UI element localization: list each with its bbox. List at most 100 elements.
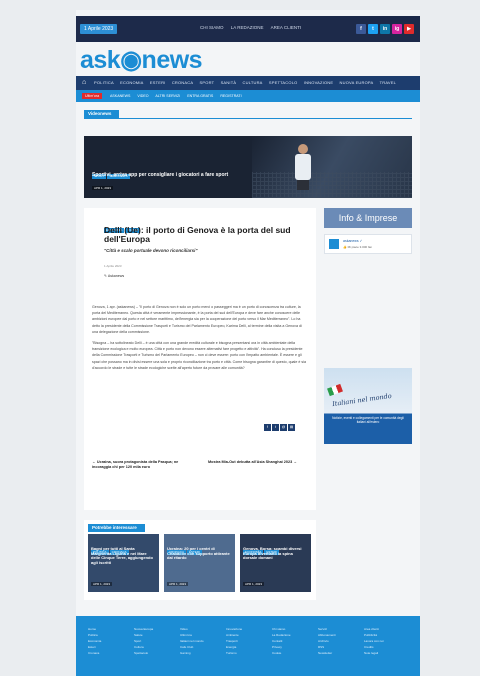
related-card-date: APR 1, 2023: [167, 582, 189, 586]
live-badge[interactable]: Ultim'ora: [82, 93, 103, 99]
subnav-item-askanews[interactable]: ASKANEWS: [110, 94, 130, 98]
nav-item-travel[interactable]: TRAVEL: [380, 80, 396, 85]
home-icon[interactable]: ⌂: [82, 79, 86, 87]
related-section: Potrebbe interessare POLITICA CRONACA Bag…: [84, 520, 316, 600]
nav-item-esteri[interactable]: ESTERI: [150, 80, 166, 85]
nav-item-cultura[interactable]: CULTURA: [243, 80, 263, 85]
facebook-like-button[interactable]: 👍 Mi piace 3.000 fan: [343, 245, 372, 249]
footer-column: Servizi Abbonamenti Archivio RSS Newsletter: [318, 626, 354, 656]
related-card[interactable]: POLITICA CRONACA Bagni per tutti al Santa…: [88, 534, 159, 592]
footer-column: Home Politica Economia Esteri Cronaca: [88, 626, 124, 656]
related-card-date: APR 1, 2023: [91, 582, 113, 586]
nav-item-politica[interactable]: POLITICA: [94, 80, 114, 85]
page-container: 1 Aprile 2023 CHI SIAMO LA REDAZIONE ARE…: [76, 10, 420, 676]
site-footer: Home Politica Economia Esteri Cronaca Nuova E…: [76, 616, 420, 676]
featured-section-divider: [84, 118, 412, 119]
italian-flag-icon: [327, 383, 343, 397]
sub-nav-items: ASKANEWS VIDEO ALTRI SERVIZI ENTRA GRATI…: [110, 94, 248, 98]
nav-items: POLITICA ECONOMIA ESTERI CRONACA SPORT S…: [94, 80, 401, 85]
nav-item-spettacolo[interactable]: SPETTACOLO: [269, 80, 298, 85]
nav-item-innovazione[interactable]: INNOVAZIONE: [304, 80, 333, 85]
top-bar: 1 Aprile 2023 CHI SIAMO LA REDAZIONE ARE…: [76, 16, 420, 42]
featured-section-label[interactable]: Videonews: [84, 110, 120, 118]
italiani-nel-mondo-ad[interactable]: Italiani nel mondo Notizie, eventi e col…: [324, 368, 412, 444]
related-card[interactable]: CRONACA ESTERI Ucraina: 20 per i centri d…: [164, 534, 235, 592]
related-card-title[interactable]: Bagni per tutti al Santa Margherita Ligu…: [91, 546, 155, 565]
ad-title: Italiani nel mondo: [331, 391, 393, 409]
subnav-item-video[interactable]: VIDEO: [137, 94, 148, 98]
subnav-item-altri-servizi[interactable]: ALTRI SERVIZI: [155, 94, 180, 98]
player-legs: [297, 180, 309, 190]
youtube-icon[interactable]: ▶: [404, 24, 414, 34]
site-logo[interactable]: ask◉news: [80, 46, 203, 74]
article-card: ECONOMIA ESTERI Delli (Ue): il porto di G…: [84, 208, 316, 510]
info-imprese-banner[interactable]: Info & Imprese: [324, 208, 412, 228]
nav-item-sanita[interactable]: SANITÀ: [221, 80, 237, 85]
footer-link[interactable]: Spettacolo: [134, 650, 170, 656]
sub-nav: Ultim'ora ASKANEWS VIDEO ALTRI SERVIZI E…: [76, 90, 420, 102]
footer-link[interactable]: Newsletter: [318, 650, 354, 656]
share-buttons: f t @ ▤: [264, 424, 295, 431]
net-graphic: [252, 172, 412, 198]
nav-item-cronaca[interactable]: CRONACA: [172, 80, 193, 85]
ad-caption: Notizie, eventi e collegamenti per le co…: [332, 416, 404, 425]
logo-text-right: news: [141, 46, 203, 74]
social-icons: f t in ig ▶: [356, 24, 414, 34]
article-author[interactable]: ✎ Askanews: [104, 274, 124, 278]
instagram-icon[interactable]: ig: [392, 24, 402, 34]
article-title: Delli (Ue): il porto di Genova è la port…: [104, 225, 291, 244]
twitter-share-icon[interactable]: t: [272, 424, 279, 431]
footer-column: Chi siamo La Redazione Contatti Privacy Cook…: [272, 626, 308, 656]
related-card-title[interactable]: Ucraina: 20 per i centri di Chabacov con…: [167, 546, 231, 561]
facebook-page-name[interactable]: askanews ✓: [343, 239, 362, 243]
print-share-icon[interactable]: ▤: [288, 424, 295, 431]
related-card-date: APR 1, 2023: [243, 582, 265, 586]
facebook-page-avatar: [329, 239, 339, 249]
email-share-icon[interactable]: @: [280, 424, 287, 431]
article-subtitle: "Città e scalo portuale devono riconcili…: [104, 248, 198, 253]
logo-text-left: ask: [80, 46, 121, 74]
top-link-redazione[interactable]: LA REDAZIONE: [231, 25, 264, 30]
next-post-link[interactable]: Mostra Mia-Out debutta all'Asia Shanghai…: [208, 460, 308, 470]
article-paragraph: "Bisogna – ha sottolineato Delli – è una…: [92, 341, 306, 370]
footer-column: Nuova Europa Salute Sport Cultura Spettacolo: [134, 626, 170, 656]
footer-link[interactable]: Cookie: [272, 650, 308, 656]
top-link-chi-siamo[interactable]: CHI SIAMO: [200, 25, 224, 30]
footer-link[interactable]: Note legali: [364, 650, 400, 656]
linkedin-icon[interactable]: in: [380, 24, 390, 34]
featured-title[interactable]: Sportivi, arriva app per consigliare i g…: [92, 172, 228, 178]
related-card[interactable]: ECONOMIA ESTERI Genova, Borsa: scambi div…: [240, 534, 311, 592]
subnav-item-registrati[interactable]: REGISTRATI: [220, 94, 241, 98]
footer-column: Innovazione Ambiente Trasporti Energia Turis…: [226, 626, 262, 656]
globe-icon: ◉: [120, 46, 142, 74]
footer-column: Video Ultim'ora Italiani nel mondo Cafe Clu…: [180, 626, 216, 656]
article-paragraph: Genova, 1 apr. (askanews) – "Il porto di…: [92, 305, 302, 334]
article-date: 1 Aprile 2023: [104, 264, 122, 268]
related-card-title[interactable]: Genova, Borsa: scambi diversi Europa div…: [243, 546, 307, 561]
related-cards: POLITICA CRONACA Bagni per tutti al Santa…: [88, 534, 311, 592]
nav-item-economia[interactable]: ECONOMIA: [120, 80, 143, 85]
facebook-share-icon[interactable]: f: [264, 424, 271, 431]
main-nav: ⌂ POLITICA ECONOMIA ESTERI CRONACA SPORT…: [76, 76, 420, 90]
nav-item-sport[interactable]: SPORT: [200, 80, 215, 85]
player-figure: [292, 144, 314, 190]
footer-link[interactable]: Gaming: [180, 650, 216, 656]
related-section-label[interactable]: Potrebbe interessare: [88, 524, 145, 532]
player-head: [298, 144, 308, 154]
facebook-widget[interactable]: askanews ✓ 👍 Mi piace 3.000 fan: [324, 234, 412, 254]
footer-link[interactable]: Turismo: [226, 650, 262, 656]
nav-item-nuova-europa[interactable]: NUOVA EUROPA: [340, 80, 374, 85]
facebook-icon[interactable]: f: [356, 24, 366, 34]
date-badge: 1 Aprile 2023: [80, 24, 118, 34]
featured-video-card[interactable]: SPORT VIDEONEWS Sportivi, arriva app per …: [84, 136, 412, 198]
prev-post-link[interactable]: ← Ucraina, suora protagonista della Pasq…: [92, 460, 192, 470]
top-link-area-clienti[interactable]: AREA CLIENTI: [271, 25, 302, 30]
footer-columns: Home Politica Economia Esteri Cronaca Nuova E…: [88, 626, 400, 656]
footer-column: Area clienti Pubblicità Lavora con noi Cred…: [364, 626, 400, 656]
featured-date: APR 1, 2023: [92, 186, 114, 190]
author-name: Askanews: [107, 274, 125, 278]
subnav-item-entra[interactable]: ENTRA GRATIS: [187, 94, 213, 98]
twitter-icon[interactable]: t: [368, 24, 378, 34]
post-navigation: ← Ucraina, suora protagonista della Pasq…: [92, 460, 308, 470]
footer-link[interactable]: Cronaca: [88, 650, 124, 656]
